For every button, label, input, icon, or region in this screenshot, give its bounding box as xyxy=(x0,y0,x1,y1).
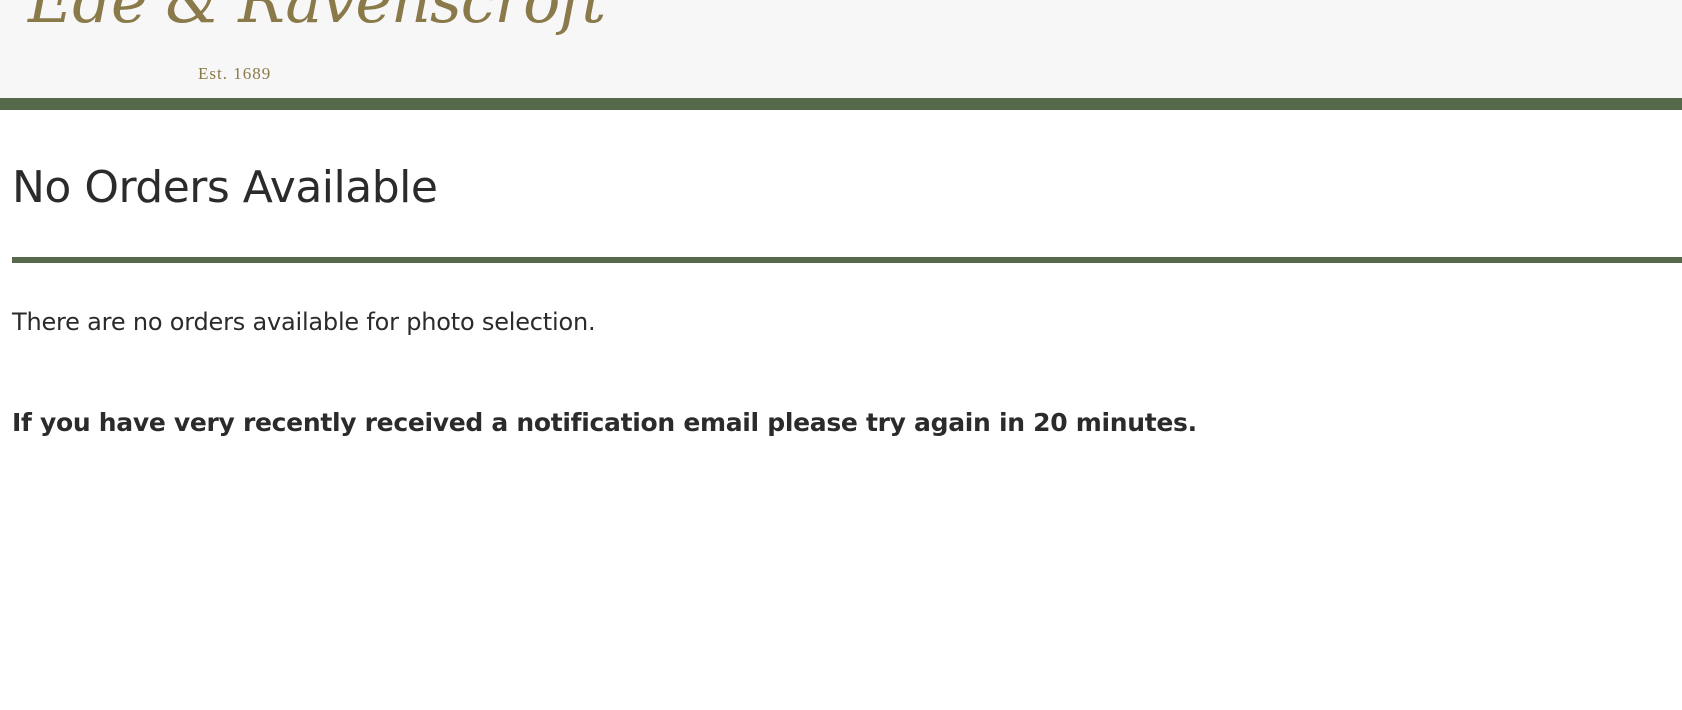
logo-tagline: Est. 1689 xyxy=(198,64,272,83)
title-divider xyxy=(12,257,1682,263)
empty-state-message: There are no orders available for photo … xyxy=(12,308,596,336)
page-title: No Orders Available xyxy=(12,162,438,213)
logo-wordmark: Ede & Ravenscroft xyxy=(28,0,606,37)
retry-notice: If you have very recently received a not… xyxy=(12,408,1197,437)
site-header: Ede & Ravenscroft Est. 1689 xyxy=(0,0,1682,98)
header-accent-bar xyxy=(0,98,1682,110)
brand-logo[interactable]: Ede & Ravenscroft Est. 1689 xyxy=(28,0,606,90)
